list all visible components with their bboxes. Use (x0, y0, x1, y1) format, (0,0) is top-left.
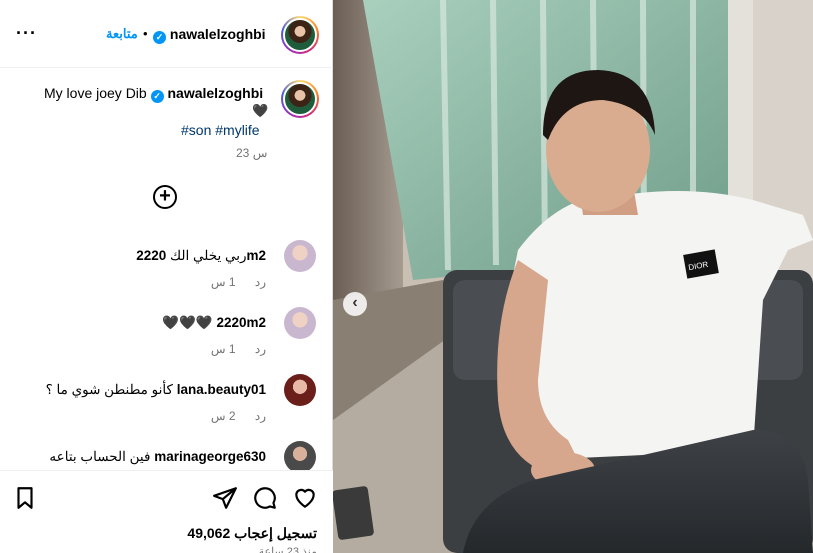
comment-avatar[interactable] (284, 374, 316, 406)
comment-item: كأنو مطنطن شوي ما ؟ lana.beauty01 رد 2 س (0, 374, 333, 434)
comment-body: ربي يخلي الك (170, 248, 247, 263)
share-icon[interactable] (212, 485, 238, 511)
comment-item: ربي يخلي الك 2220m2 رد 1 س (0, 240, 333, 300)
comment-text: 🖤🖤🖤 2220m2 (162, 315, 266, 331)
post-details-panel: ··· متابعة • ✓ nawalelzoghbi My love joe… (0, 0, 333, 553)
post-photo[interactable]: DIOR ‹ (333, 0, 813, 553)
comment-body: 🖤🖤🖤 (162, 315, 213, 330)
header-username[interactable]: ✓ nawalelzoghbi (153, 26, 266, 44)
caption-body: My love joey Dib (44, 85, 147, 101)
comment-item: 🖤🖤🖤 2220m2 رد 1 س (0, 307, 333, 367)
avatar-image (283, 18, 317, 52)
comment-meta: رد 1 س (195, 275, 266, 289)
separator-dot: • (143, 26, 148, 41)
add-icon[interactable]: + (153, 185, 177, 209)
comment-text: كأنو مطنطن شوي ما ؟ lana.beauty01 (46, 382, 266, 398)
likes-count[interactable]: 49,062 تسجيل إعجاب (187, 525, 317, 542)
caption-username[interactable]: nawalelzoghbi (167, 85, 263, 101)
header-avatar[interactable] (281, 16, 319, 54)
reply-button[interactable]: رد (255, 409, 266, 423)
comment-username[interactable]: marinageorge630 (154, 449, 266, 464)
reply-button[interactable]: رد (255, 275, 266, 289)
post-header: ··· متابعة • ✓ nawalelzoghbi (0, 0, 333, 68)
comment-text: ربي يخلي الك 2220m2 (136, 248, 266, 264)
caption-text: My love joey Dib ✓ nawalelzoghbi (44, 85, 263, 103)
comment-avatar[interactable] (284, 240, 316, 272)
caption-timestamp: 23 س (236, 146, 268, 160)
comment-meta: رد 2 س (195, 409, 266, 423)
comment-username[interactable]: 2220m2 (216, 315, 266, 330)
comment-avatar[interactable] (284, 441, 316, 473)
action-bar: 49,062 تسجيل إعجاب منذ 23 ساعة (0, 470, 333, 553)
header-username-label: nawalelzoghbi (169, 26, 266, 42)
caption-hashtags[interactable]: #son #mylife (181, 122, 260, 138)
comment-body: كأنو مطنطن شوي ما ؟ (45, 382, 173, 397)
caption-avatar[interactable] (281, 80, 319, 118)
verified-badge-icon: ✓ (153, 31, 166, 44)
verified-badge-icon: ✓ (150, 90, 164, 103)
post-date: منذ 23 ساعة (258, 546, 317, 553)
comment-meta: رد 1 س (195, 342, 266, 356)
comment-time: 1 س (210, 275, 236, 289)
reply-button[interactable]: رد (255, 342, 266, 356)
caption-heart: 🖤 (252, 103, 269, 118)
comment-time: 2 س (210, 409, 236, 423)
save-bookmark-icon[interactable] (12, 485, 38, 511)
avatar-image (283, 82, 317, 116)
more-options-icon[interactable]: ··· (16, 24, 37, 42)
comment-avatar[interactable] (284, 307, 316, 339)
comment-text: فين الحساب بتاعه marinageorge630 (49, 449, 266, 465)
comment-icon[interactable] (252, 485, 278, 511)
like-heart-icon[interactable] (292, 485, 318, 511)
photo-image: DIOR (333, 0, 813, 553)
follow-button[interactable]: متابعة (106, 26, 138, 42)
comment-body: فين الحساب بتاعه (49, 449, 151, 464)
previous-photo-button[interactable]: ‹ (343, 292, 367, 316)
comment-username[interactable]: lana.beauty01 (177, 382, 266, 397)
comment-time: 1 س (210, 342, 236, 356)
